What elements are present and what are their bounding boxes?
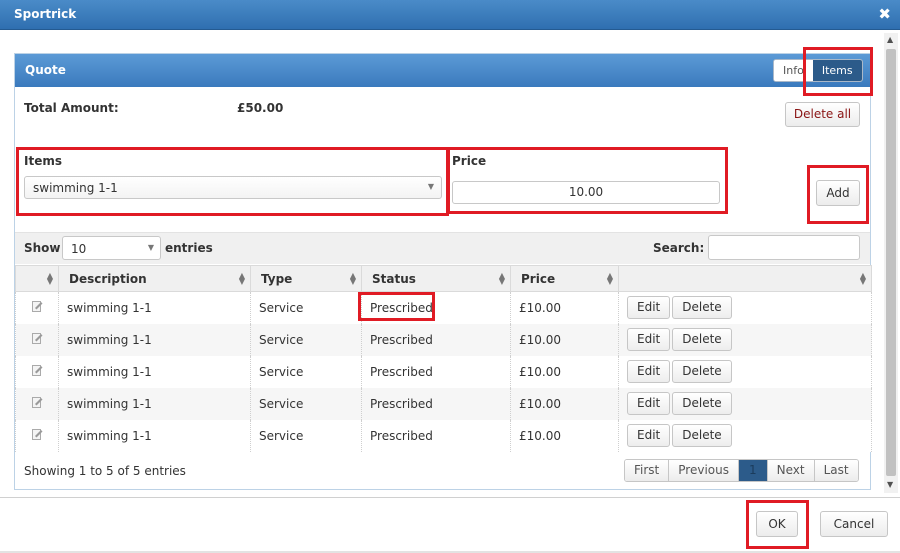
price-input[interactable]: 10.00 (452, 181, 720, 204)
delete-button[interactable]: Delete (672, 328, 732, 351)
table-row: swimming 1-1 Service Prescribed £10.00 E… (15, 323, 872, 356)
column-header-actions[interactable]: ▲ ▼ (618, 265, 872, 292)
sort-icon: ▲ ▼ (606, 271, 613, 286)
table-info: Showing 1 to 5 of 5 entries (24, 464, 186, 478)
items-select[interactable]: swimming 1-1 ▼ (24, 176, 442, 199)
tab-items[interactable]: Items (812, 60, 862, 81)
edit-button[interactable]: Edit (627, 328, 671, 351)
sort-icon: ▲ ▼ (46, 271, 53, 286)
cell-price: £10.00 (510, 419, 619, 452)
delete-button[interactable]: Delete (672, 360, 732, 383)
column-header-type[interactable]: Type ▲ ▼ (250, 265, 362, 292)
cell-status: Prescribed (361, 419, 511, 452)
chevron-down-icon: ▼ (147, 243, 154, 252)
page-length-value: 10 (71, 242, 87, 256)
column-header-status[interactable]: Status ▲ ▼ (361, 265, 511, 292)
cell-description: swimming 1-1 (58, 419, 251, 452)
cell-price: £10.00 (510, 387, 619, 420)
delete-button[interactable]: Delete (672, 424, 732, 447)
column-header-icon[interactable]: ▲ ▼ (15, 265, 59, 292)
cell-type: Service (250, 419, 362, 452)
edit-button[interactable]: Edit (627, 296, 671, 320)
cell-status: Prescribed (361, 387, 511, 420)
pencil-icon[interactable] (31, 396, 43, 408)
table-row: swimming 1-1 Service Prescribed £10.00 E… (15, 419, 872, 452)
cell-description: swimming 1-1 (58, 323, 251, 356)
panel-title: Quote (25, 63, 66, 77)
items-select-value: swimming 1-1 (33, 181, 118, 195)
cell-type: Service (250, 291, 362, 324)
view-toggle: Info Items (773, 59, 863, 82)
cell-description: swimming 1-1 (58, 291, 251, 324)
pager-current-page[interactable]: 1 (738, 460, 768, 481)
pencil-icon[interactable] (31, 428, 43, 440)
table-row: swimming 1-1 Service Prescribed £10.00 E… (15, 387, 872, 420)
tab-info[interactable]: Info (774, 60, 813, 81)
sort-icon: ▲ ▼ (238, 271, 245, 286)
title-bar: Sportrick ✖ (0, 0, 900, 30)
delete-all-button[interactable]: Delete all (785, 102, 860, 127)
footer-divider (0, 497, 900, 498)
sort-icon: ▲ ▼ (859, 271, 866, 286)
window-title: Sportrick (14, 7, 77, 21)
pencil-icon[interactable] (31, 364, 43, 376)
scroll-up-icon[interactable]: ▲ (887, 35, 893, 44)
edit-button[interactable]: Edit (627, 424, 671, 447)
items-table: ▲ ▼ Description ▲ ▼ Type ▲ ▼ Status ▲ ▼ Price ▲ ▼… (15, 265, 872, 452)
cell-price: £10.00 (510, 291, 619, 324)
ok-button[interactable]: OK (756, 511, 798, 537)
price-label: Price (452, 154, 487, 168)
chevron-down-icon: ▼ (427, 182, 434, 191)
table-header-row: ▲ ▼ Description ▲ ▼ Type ▲ ▼ Status ▲ ▼ Price ▲ ▼… (15, 265, 872, 292)
pencil-icon[interactable] (31, 332, 43, 344)
sort-icon: ▲ ▼ (498, 271, 505, 286)
cell-status: Prescribed (361, 291, 511, 324)
sort-icon: ▲ ▼ (349, 271, 356, 286)
pagination: First Previous 1 Next Last (624, 459, 859, 482)
column-header-price[interactable]: Price ▲ ▼ (510, 265, 619, 292)
add-button[interactable]: Add (816, 180, 860, 206)
cell-status: Prescribed (361, 323, 511, 356)
pencil-icon[interactable] (31, 300, 43, 313)
cancel-button[interactable]: Cancel (820, 511, 888, 537)
pager-previous[interactable]: Previous (669, 460, 739, 481)
edit-button[interactable]: Edit (627, 360, 671, 383)
scroll-thumb[interactable] (886, 49, 896, 476)
cell-price: £10.00 (510, 355, 619, 388)
table-row: swimming 1-1 Service Prescribed £10.00 E… (15, 355, 872, 388)
scroll-down-icon[interactable]: ▼ (887, 480, 893, 489)
edit-button[interactable]: Edit (627, 392, 671, 415)
cell-description: swimming 1-1 (58, 355, 251, 388)
cell-price: £10.00 (510, 323, 619, 356)
cell-description: swimming 1-1 (58, 387, 251, 420)
show-label: Show (24, 241, 61, 255)
cell-type: Service (250, 355, 362, 388)
pager-next[interactable]: Next (767, 460, 815, 481)
pager-last[interactable]: Last (814, 460, 858, 481)
vertical-scrollbar[interactable]: ▲ ▼ (884, 33, 898, 493)
delete-button[interactable]: Delete (672, 392, 732, 415)
table-row: swimming 1-1 Service Prescribed £10.00 E… (15, 291, 872, 324)
panel-header: Quote Info Items (15, 54, 870, 87)
pager-first[interactable]: First (625, 460, 670, 481)
items-label: Items (24, 154, 62, 168)
search-input[interactable] (708, 235, 860, 260)
cell-status: Prescribed (361, 355, 511, 388)
total-amount-value: £50.00 (237, 101, 284, 115)
close-icon[interactable]: ✖ (878, 5, 891, 23)
delete-button[interactable]: Delete (672, 296, 732, 320)
page-length-select[interactable]: 10 ▼ (62, 236, 161, 260)
entries-label: entries (165, 241, 213, 255)
total-amount-label: Total Amount: (24, 101, 119, 115)
cell-type: Service (250, 323, 362, 356)
cell-type: Service (250, 387, 362, 420)
column-header-description[interactable]: Description ▲ ▼ (58, 265, 251, 292)
search-label: Search: (653, 241, 705, 255)
